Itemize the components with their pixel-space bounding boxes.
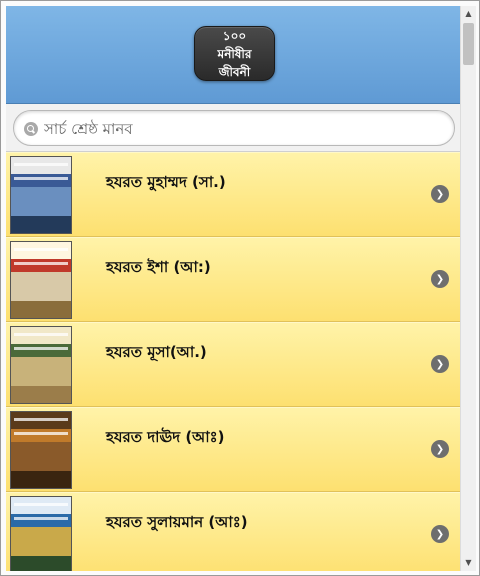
- list-item-title: হযরত মুহাম্মদ (সা.): [106, 173, 226, 191]
- chevron-right-icon[interactable]: ❯: [431, 270, 449, 288]
- app-title-button[interactable]: ১০০ মনীষীর জীবনী: [194, 26, 275, 81]
- book-cover-thumbnail: [10, 496, 72, 571]
- scroll-up-arrow-icon[interactable]: ▲: [461, 6, 476, 22]
- list-item[interactable]: হযরত সুলায়মান (আঃ) ❯: [6, 492, 460, 571]
- chevron-right-icon[interactable]: ❯: [431, 355, 449, 373]
- app-container: ১০০ মনীষীর জীবনী হযরত মুহাম্মদ (সা.) ❯: [6, 6, 460, 571]
- header-bar: ১০০ মনীষীর জীবনী: [6, 6, 460, 104]
- window-frame: ১০০ মনীষীর জীবনী হযরত মুহাম্মদ (সা.) ❯: [0, 0, 480, 576]
- chevron-right-icon[interactable]: ❯: [431, 440, 449, 458]
- list-item[interactable]: হযরত দাঊদ (আঃ) ❯: [6, 407, 460, 492]
- search-bar: [6, 104, 460, 152]
- book-cover-thumbnail: [10, 326, 72, 404]
- scroll-down-arrow-icon[interactable]: ▼: [461, 555, 476, 571]
- search-input[interactable]: [44, 117, 444, 141]
- book-cover-thumbnail: [10, 156, 72, 234]
- list-item[interactable]: হযরত মুহাম্মদ (সা.) ❯: [6, 152, 460, 237]
- list-item-title: হযরত ইশা (আ:): [106, 258, 211, 276]
- scroll-thumb[interactable]: [463, 23, 474, 65]
- list-item[interactable]: হযরত ইশা (আ:) ❯: [6, 237, 460, 322]
- list-item-title: হযরত সুলায়মান (আঃ): [106, 513, 248, 531]
- biography-list: হযরত মুহাম্মদ (সা.) ❯ হযরত ইশা (আ:) ❯ হয…: [6, 152, 460, 571]
- list-item[interactable]: হযরত মূসা(আ.) ❯: [6, 322, 460, 407]
- chevron-right-icon[interactable]: ❯: [431, 525, 449, 543]
- chevron-right-icon[interactable]: ❯: [431, 185, 449, 203]
- search-box[interactable]: [13, 110, 455, 146]
- book-cover-thumbnail: [10, 411, 72, 489]
- list-item-title: হযরত দাঊদ (আঃ): [106, 428, 225, 446]
- search-icon: [24, 122, 38, 136]
- list-item-title: হযরত মূসা(আ.): [106, 343, 207, 361]
- book-cover-thumbnail: [10, 241, 72, 319]
- vertical-scrollbar[interactable]: ▲ ▼: [460, 6, 476, 571]
